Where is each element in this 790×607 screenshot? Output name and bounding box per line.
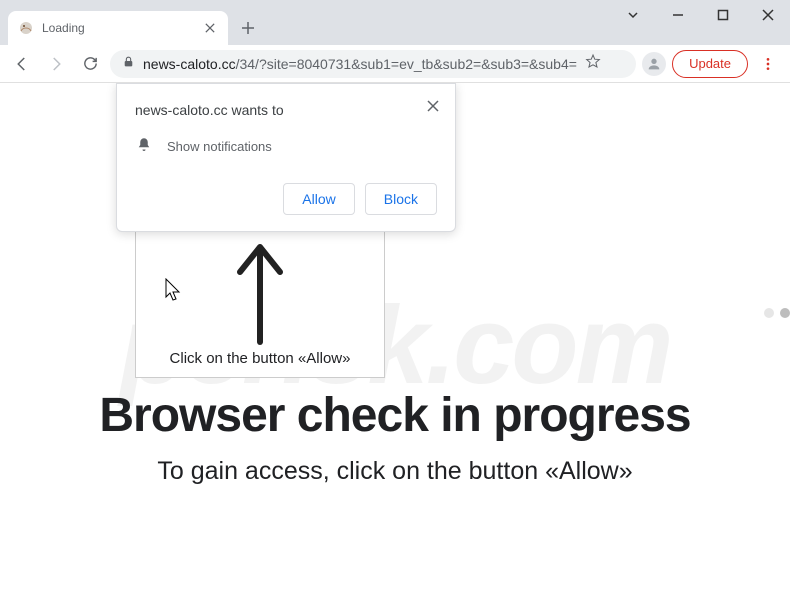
favicon-icon bbox=[18, 20, 34, 36]
bookmark-star-icon[interactable] bbox=[585, 53, 601, 74]
bell-icon bbox=[135, 136, 153, 157]
window-controls bbox=[610, 0, 790, 30]
new-tab-button[interactable] bbox=[234, 14, 262, 42]
arrow-up-icon bbox=[230, 237, 290, 352]
lock-icon bbox=[122, 55, 135, 73]
dialog-title: news-caloto.cc wants to bbox=[135, 102, 437, 118]
maximize-button[interactable] bbox=[700, 0, 745, 30]
url-text: news-caloto.cc/34/?site=8040731&sub1=ev_… bbox=[143, 56, 577, 72]
instruction-text: Click on the button «Allow» bbox=[170, 350, 351, 367]
forward-button bbox=[42, 50, 70, 78]
profile-avatar-icon[interactable] bbox=[642, 52, 666, 76]
dialog-close-icon[interactable] bbox=[421, 94, 445, 118]
tab-close-icon[interactable] bbox=[202, 20, 218, 36]
carousel-dots bbox=[764, 308, 790, 318]
headline-block: Browser check in progress To gain access… bbox=[0, 388, 790, 486]
tab-strip: Loading bbox=[0, 0, 790, 45]
notification-permission-dialog: news-caloto.cc wants to Show notificatio… bbox=[116, 83, 456, 232]
block-button[interactable]: Block bbox=[365, 183, 437, 215]
permission-item-label: Show notifications bbox=[167, 139, 272, 154]
browser-toolbar: news-caloto.cc/34/?site=8040731&sub1=ev_… bbox=[0, 45, 790, 83]
address-bar[interactable]: news-caloto.cc/34/?site=8040731&sub1=ev_… bbox=[110, 50, 636, 78]
chevron-down-icon[interactable] bbox=[610, 0, 655, 30]
page-subhead: To gain access, click on the button «All… bbox=[0, 457, 790, 486]
back-button[interactable] bbox=[8, 50, 36, 78]
page-content: pcrisk.com Click on the button «Allow» B… bbox=[0, 83, 790, 607]
cursor-icon bbox=[165, 278, 183, 307]
kebab-menu-icon[interactable] bbox=[754, 50, 782, 78]
page-headline: Browser check in progress bbox=[0, 388, 790, 443]
allow-button[interactable]: Allow bbox=[283, 183, 354, 215]
carousel-dot[interactable] bbox=[764, 308, 774, 318]
carousel-dot[interactable] bbox=[780, 308, 790, 318]
browser-tab[interactable]: Loading bbox=[8, 11, 228, 45]
update-button[interactable]: Update bbox=[672, 50, 748, 78]
tab-title: Loading bbox=[42, 21, 202, 35]
close-window-button[interactable] bbox=[745, 0, 790, 30]
minimize-button[interactable] bbox=[655, 0, 700, 30]
permission-row: Show notifications bbox=[135, 136, 437, 157]
reload-button[interactable] bbox=[76, 50, 104, 78]
